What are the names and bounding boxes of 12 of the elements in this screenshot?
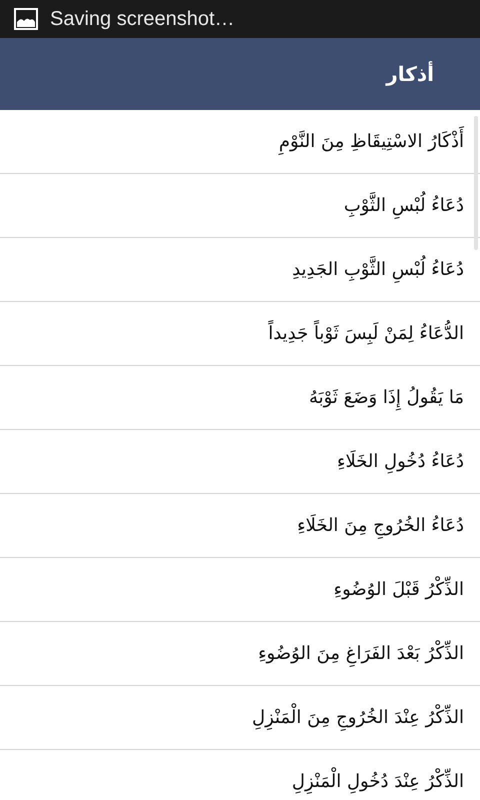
list-item[interactable]: الذِّكْرُ قَبْلَ الوُضُوءِ bbox=[0, 558, 480, 622]
list-item[interactable]: دُعَاءُ الخُرُوجِ مِنَ الخَلَاءِ bbox=[0, 494, 480, 558]
picture-icon bbox=[14, 8, 38, 30]
list-item[interactable]: مَا يَقُولُ إِذَا وَضَعَ ثَوْبَهُ bbox=[0, 366, 480, 430]
screen-title: أذكار bbox=[386, 62, 434, 86]
list-item[interactable]: دُعَاءُ لُبْسِ الثَّوْبِ الجَدِيدِ bbox=[0, 238, 480, 302]
list-item[interactable]: الدُّعَاءُ لِمَنْ لَبِسَ ثَوْباً جَدِيداً bbox=[0, 302, 480, 366]
list-item[interactable]: الذِّكْرُ عِنْدَ الخُرُوجِ مِنَ الْمَنْزِلِ bbox=[0, 686, 480, 750]
list-item[interactable]: الذِّكْرُ بَعْدَ الفَرَاغِ مِنَ الوُضُوءِ bbox=[0, 622, 480, 686]
list-item[interactable]: دُعَاءُ دُخُولِ الخَلَاءِ bbox=[0, 430, 480, 494]
notification-text: Saving screenshot… bbox=[50, 8, 235, 30]
list-item[interactable]: الذِّكْرُ عِنْدَ دُخُولِ الْمَنْزِلِ bbox=[0, 750, 480, 800]
